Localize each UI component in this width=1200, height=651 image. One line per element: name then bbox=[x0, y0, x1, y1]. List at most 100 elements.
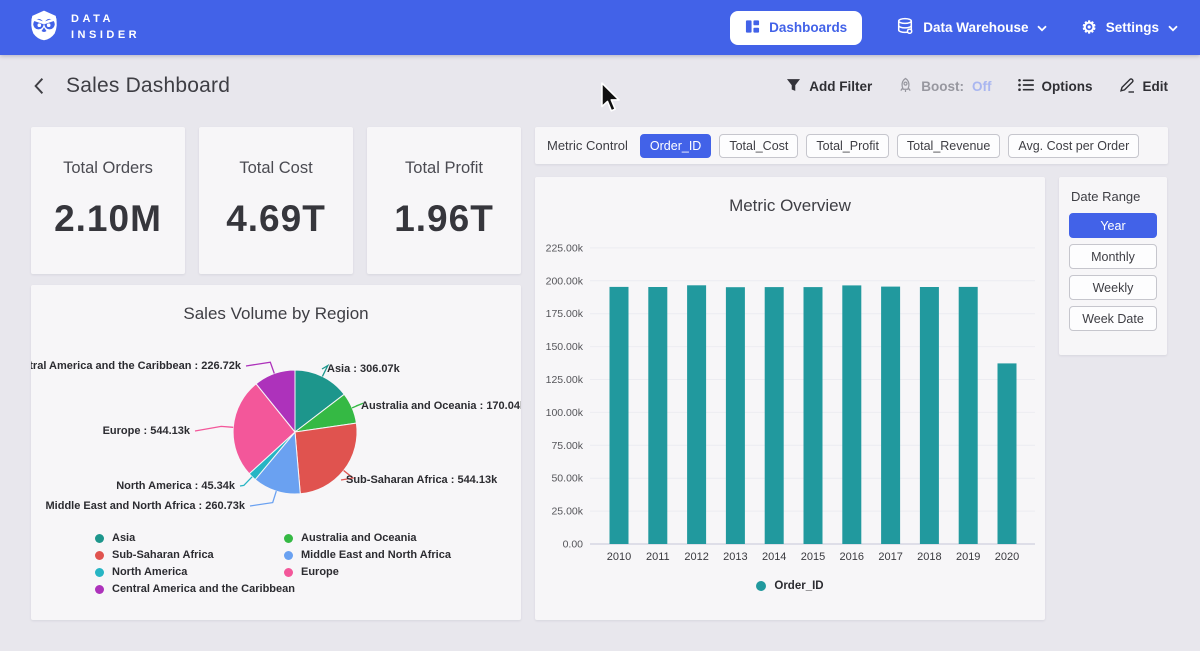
bar-2010[interactable] bbox=[610, 287, 629, 544]
dashboard-grid-icon bbox=[745, 19, 760, 37]
owl-logo-icon bbox=[28, 9, 60, 46]
legend-item-north-america[interactable]: North America bbox=[95, 566, 295, 578]
y-axis-tick-label: 25.00k bbox=[551, 506, 583, 518]
legend-dot bbox=[95, 568, 104, 577]
settings-menu[interactable]: ⚙ Settings bbox=[1081, 19, 1178, 36]
pie-slice-label: Sub-Saharan Africa : 544.13k bbox=[346, 474, 498, 486]
data-warehouse-menu[interactable]: Data Warehouse bbox=[896, 17, 1047, 38]
x-axis-tick-label: 2010 bbox=[607, 551, 631, 563]
legend-item-australia-and-oceania[interactable]: Australia and Oceania bbox=[284, 532, 451, 544]
legend-item-middle-east-and-north-africa[interactable]: Middle East and North Africa bbox=[284, 549, 451, 561]
bar-2020[interactable] bbox=[998, 363, 1017, 544]
x-axis-tick-label: 2019 bbox=[956, 551, 980, 563]
metric-button-total-cost[interactable]: Total_Cost bbox=[719, 134, 798, 158]
date-range-week-date-button[interactable]: Week Date bbox=[1069, 306, 1157, 331]
bar-2016[interactable] bbox=[842, 285, 861, 544]
legend-item-asia[interactable]: Asia bbox=[95, 532, 295, 544]
legend-label: North America bbox=[112, 566, 187, 578]
legend-dot bbox=[756, 581, 766, 591]
sales-volume-chart-panel: Sales Volume by Region Asia : 306.07kAus… bbox=[31, 285, 521, 620]
top-navbar: DATA INSIDER Dashboards bbox=[0, 0, 1200, 55]
gear-icon: ⚙ bbox=[1081, 19, 1096, 36]
kpi-label: Total Cost bbox=[199, 159, 353, 178]
legend-dot bbox=[95, 551, 104, 560]
x-axis-tick-label: 2015 bbox=[801, 551, 825, 563]
edit-label: Edit bbox=[1143, 79, 1169, 94]
page-header: Sales Dashboard Add Filter Boost: Off bbox=[0, 55, 1200, 117]
legend-dot bbox=[95, 534, 104, 543]
pencil-icon bbox=[1119, 77, 1135, 96]
brand[interactable]: DATA INSIDER bbox=[28, 9, 140, 46]
add-filter-button[interactable]: Add Filter bbox=[786, 78, 872, 95]
legend-label: Europe bbox=[301, 566, 339, 578]
legend-label: Asia bbox=[112, 532, 135, 544]
legend-dot bbox=[284, 551, 293, 560]
date-range-label: Date Range bbox=[1071, 189, 1157, 204]
kpi-card-total-profit: Total Profit 1.96T bbox=[367, 127, 521, 274]
x-axis-tick-label: 2012 bbox=[684, 551, 708, 563]
y-axis-tick-label: 225.00k bbox=[546, 242, 584, 254]
rocket-icon bbox=[898, 77, 913, 96]
bar-2015[interactable] bbox=[804, 287, 823, 544]
legend-label: Order_ID bbox=[774, 580, 823, 592]
bar-chart: 0.0025.00k50.00k75.00k100.00k125.00k150.… bbox=[535, 217, 1045, 577]
x-axis-tick-label: 2018 bbox=[917, 551, 941, 563]
dashboards-label: Dashboards bbox=[769, 20, 847, 35]
pie-label-line bbox=[195, 426, 233, 431]
y-axis-tick-label: 200.00k bbox=[546, 275, 584, 287]
pie-label-line bbox=[240, 477, 252, 486]
boost-value: Off bbox=[972, 79, 992, 94]
metric-control-bar: Metric Control Order_ID Total_Cost Total… bbox=[535, 127, 1168, 164]
metric-button-order-id[interactable]: Order_ID bbox=[640, 134, 711, 158]
kpi-label: Total Profit bbox=[367, 159, 521, 178]
pie-slice-label: Australia and Oceania : 170.04k bbox=[361, 400, 521, 412]
navbar-menu: Dashboards Data Warehouse ⚙ bbox=[730, 11, 1178, 45]
date-range-year-button[interactable]: Year bbox=[1069, 213, 1157, 238]
date-range-monthly-button[interactable]: Monthly bbox=[1069, 244, 1157, 269]
edit-button[interactable]: Edit bbox=[1119, 77, 1169, 96]
bar-2017[interactable] bbox=[881, 287, 900, 544]
kpi-card-total-cost: Total Cost 4.69T bbox=[199, 127, 353, 274]
x-axis-tick-label: 2011 bbox=[646, 551, 670, 563]
database-icon bbox=[896, 17, 914, 38]
pie-slice-label: North America : 45.34k bbox=[116, 480, 236, 492]
kpi-value: 4.69T bbox=[199, 198, 353, 240]
bar-chart-title: Metric Overview bbox=[535, 177, 1045, 216]
legend-item-central-america-and-the-caribbean[interactable]: Central America and the Caribbean bbox=[95, 583, 295, 595]
kpi-card-total-orders: Total Orders 2.10M bbox=[31, 127, 185, 274]
pie-slice-label: Asia : 306.07k bbox=[327, 363, 401, 375]
date-range-panel: Date Range Year Monthly Weekly Week Date bbox=[1059, 177, 1167, 355]
pie-label-line bbox=[250, 491, 276, 506]
date-range-weekly-button[interactable]: Weekly bbox=[1069, 275, 1157, 300]
options-label: Options bbox=[1042, 79, 1093, 94]
bar-2018[interactable] bbox=[920, 287, 939, 544]
y-axis-tick-label: 100.00k bbox=[546, 407, 584, 419]
boost-toggle[interactable]: Boost: Off bbox=[898, 77, 991, 96]
legend-dot bbox=[284, 534, 293, 543]
bar-2013[interactable] bbox=[726, 287, 745, 544]
page-title: Sales Dashboard bbox=[66, 74, 230, 98]
bar-2014[interactable] bbox=[765, 287, 784, 544]
legend-item-sub-saharan-africa[interactable]: Sub-Saharan Africa bbox=[95, 549, 295, 561]
bar-2012[interactable] bbox=[687, 285, 706, 544]
dashboards-button[interactable]: Dashboards bbox=[730, 11, 862, 45]
back-button[interactable] bbox=[32, 77, 46, 95]
options-button[interactable]: Options bbox=[1018, 78, 1093, 95]
chevron-down-icon bbox=[1168, 20, 1178, 35]
bar-chart-legend[interactable]: Order_ID bbox=[535, 580, 1045, 592]
list-icon bbox=[1018, 78, 1034, 95]
bar-2011[interactable] bbox=[648, 287, 667, 544]
pie-slice-label: Central America and the Caribbean : 226.… bbox=[31, 360, 242, 372]
y-axis-tick-label: 75.00k bbox=[551, 440, 583, 452]
x-axis-tick-label: 2014 bbox=[762, 551, 786, 563]
metric-control-label: Metric Control bbox=[547, 138, 628, 153]
metric-button-total-revenue[interactable]: Total_Revenue bbox=[897, 134, 1000, 158]
metric-button-avg-cost-per-order[interactable]: Avg. Cost per Order bbox=[1008, 134, 1139, 158]
pie-legend-column-1: Asia Sub-Saharan Africa North America Centr… bbox=[95, 532, 295, 600]
bar-2019[interactable] bbox=[959, 287, 978, 544]
kpi-value: 1.96T bbox=[367, 198, 521, 240]
legend-item-europe[interactable]: Europe bbox=[284, 566, 451, 578]
metric-button-total-profit[interactable]: Total_Profit bbox=[806, 134, 889, 158]
y-axis-tick-label: 125.00k bbox=[546, 374, 584, 386]
filter-funnel-icon bbox=[786, 78, 801, 95]
